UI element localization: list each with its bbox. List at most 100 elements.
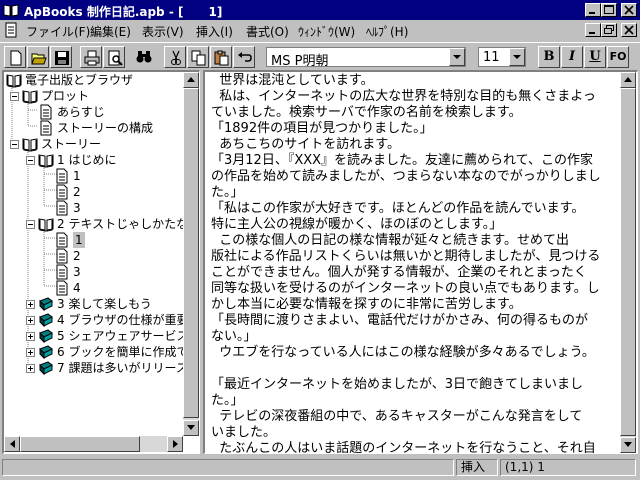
expand-toggle[interactable]	[26, 364, 35, 373]
book-closed-icon	[39, 297, 53, 312]
collapse-toggle[interactable]	[10, 92, 19, 101]
text-line[interactable]: たぶんこの人はいま話題のインターネットを行なうこと、それ自	[211, 441, 623, 453]
fo-button[interactable]: FO	[607, 46, 629, 68]
menu-window[interactable]: ｳｨﾝﾄﾞｳ(W)	[298, 23, 355, 40]
font-name-select[interactable]: MS P明朝	[266, 47, 466, 69]
doc-scroll-down-button[interactable]	[620, 437, 636, 453]
tree-item-label: 2	[73, 249, 81, 263]
text-line[interactable]: 同等な扱いを受けるのがインターネットの良い点でもあります。し	[211, 281, 623, 297]
tree-item-label: 5 シェアウェアサービスの	[57, 329, 200, 343]
tree-hscroll-thumb[interactable]	[20, 436, 140, 452]
save-button[interactable]	[50, 46, 72, 68]
tree-vertical-scrollbar[interactable]	[183, 72, 199, 436]
text-line[interactable]: ことができません。個人が発する情報が、企業のそれとまったく	[211, 265, 623, 281]
tree-scroll-thumb[interactable]	[183, 88, 199, 418]
underline-button[interactable]: U	[584, 46, 606, 68]
collapse-toggle[interactable]	[26, 220, 35, 229]
title-bar[interactable]: ApBooks 制作日記.apb - [ 1]	[0, 0, 640, 20]
menu-insert[interactable]: 挿入(I)	[196, 23, 233, 40]
text-line[interactable]: 「1892件の項目が見つかりました。」	[211, 121, 623, 137]
minus-icon	[12, 144, 17, 145]
text-line[interactable]: 「私はこの作家が大好きです。ほとんどの作品を読んでいます。	[211, 201, 623, 217]
tree-scroll-right-button[interactable]	[167, 436, 183, 452]
window-title: ApBooks 制作日記.apb - [ 1]	[24, 5, 223, 19]
doc-scroll-thumb[interactable]	[620, 88, 636, 436]
print-preview-button[interactable]	[103, 46, 125, 68]
font-dropdown-button[interactable]	[449, 48, 465, 66]
text-line[interactable]	[211, 361, 623, 377]
doc-scroll-up-button[interactable]	[620, 72, 636, 88]
child-close-button[interactable]	[621, 23, 637, 37]
text-line[interactable]: いました。	[211, 425, 623, 441]
tree-scroll-down-button[interactable]	[183, 420, 199, 436]
tree-item-label: あらすじ	[57, 105, 105, 119]
find-button[interactable]	[133, 46, 155, 68]
chevron-down-icon	[453, 55, 461, 59]
undo-arrow-icon	[238, 52, 252, 62]
print-button[interactable]	[80, 46, 102, 68]
text-line[interactable]: 「最近インターネットを始めましたが、3日で飽きてしまいまし	[211, 377, 623, 393]
text-line[interactable]: 版社による作品リストくらいは無いかと期待しましたが、見つける	[211, 249, 623, 265]
app-book-icon[interactable]	[3, 2, 19, 18]
bold-button[interactable]: B	[538, 46, 560, 68]
menu-format[interactable]: 書式(O)	[246, 23, 289, 40]
close-icon	[624, 5, 634, 15]
undo-button[interactable]	[233, 46, 255, 68]
status-message	[2, 459, 454, 476]
text-line[interactable]: かし本当に必要な情報を探すのに非常に苦労します。	[211, 297, 623, 313]
text-line[interactable]: テレビの深夜番組の中で、あるキャスターがこんな発言をして	[211, 409, 623, 425]
menu-edit[interactable]: 編集(E)	[90, 23, 131, 40]
child-minimize-button[interactable]	[585, 23, 601, 37]
text-line[interactable]: 「3月12日、『XXX』を読みました。友達に薦められて、この作家	[211, 153, 623, 169]
book-open-icon	[38, 154, 54, 168]
size-dropdown-button[interactable]	[509, 48, 525, 66]
close-button[interactable]	[621, 3, 637, 17]
minimize-button[interactable]	[585, 3, 601, 17]
text-line[interactable]: の作品を始めて読みましたが、つまらない本なのでがっかりしまし	[211, 169, 623, 185]
expand-toggle[interactable]	[26, 348, 35, 357]
tree-horizontal-scrollbar[interactable]	[2, 436, 198, 452]
font-size-select[interactable]: 11	[478, 47, 526, 67]
outline-tree[interactable]: 電子出版とブラウザ プロット あらすじ ストーリーの構成 ストーリー 1 はじめに 1 2 3 2…	[2, 70, 200, 454]
document-editor[interactable]: 世界は混沌としています。 私は、インターネットの広大な世界を特別な目的も無くさま…	[203, 70, 638, 454]
text-line[interactable]: ウエブを行なっている人にはこの様な経験が多々あるでしょう。	[211, 345, 623, 361]
expand-toggle[interactable]	[26, 316, 35, 325]
child-restore-button[interactable]	[601, 23, 617, 37]
menu-view[interactable]: 表示(V)	[142, 23, 184, 40]
text-line[interactable]: た。」	[211, 393, 623, 409]
text-line[interactable]: あちこちのサイトを訪れます。	[211, 137, 623, 153]
menu-file[interactable]: ファイル(F)	[26, 23, 90, 40]
text-line[interactable]: ていました。検索サーバで作家の名前を検索します。	[211, 105, 623, 121]
expand-toggle[interactable]	[26, 332, 35, 341]
tree-scroll-left-button[interactable]	[4, 436, 20, 452]
open-button[interactable]	[27, 46, 49, 68]
text-line[interactable]: 特に主人公の視線が暖かく、ほのぼのとします。」	[211, 217, 623, 233]
arrow-right-icon	[173, 440, 178, 448]
font-size-value: 11	[483, 50, 500, 65]
document-vertical-scrollbar[interactable]	[620, 72, 636, 453]
text-line[interactable]: この様な個人の日記の様な情報が延々と続きます。せめて出	[211, 233, 623, 249]
text-line[interactable]: た。」	[211, 185, 623, 201]
document-icon[interactable]	[3, 22, 19, 38]
copy-button[interactable]	[187, 46, 209, 68]
text-line[interactable]: 私は、インターネットの広大な世界を特別な目的も無くさまよっ	[211, 89, 623, 105]
cut-button[interactable]	[164, 46, 186, 68]
italic-button[interactable]: I	[561, 46, 583, 68]
tree-item-label: プロット	[41, 89, 90, 103]
document-text[interactable]: 世界は混沌としています。 私は、インターネットの広大な世界を特別な目的も無くさま…	[211, 73, 623, 453]
collapse-toggle[interactable]	[10, 140, 19, 149]
page-icon	[40, 104, 52, 120]
tree-scroll-up-button[interactable]	[183, 72, 199, 88]
expand-toggle[interactable]	[26, 300, 35, 309]
collapse-toggle[interactable]	[26, 156, 35, 165]
text-line[interactable]: 世界は混沌としています。	[211, 73, 623, 89]
text-line[interactable]: ない。」	[211, 329, 623, 345]
tree-item-label: 3 楽して楽しもう	[57, 297, 152, 311]
text-line[interactable]: 「長時間に渡りさまよい、電話代だけがかさみ、何の得るものが	[211, 313, 623, 329]
maximize-button[interactable]	[601, 3, 617, 17]
menu-help[interactable]: ﾍﾙﾌﾟ(H)	[366, 23, 408, 40]
paste-button[interactable]	[210, 46, 232, 68]
tree-item-label: 1	[73, 169, 81, 183]
tree-item-label: 7 課題は多いがリリースし	[57, 361, 200, 375]
new-button[interactable]	[4, 46, 26, 68]
